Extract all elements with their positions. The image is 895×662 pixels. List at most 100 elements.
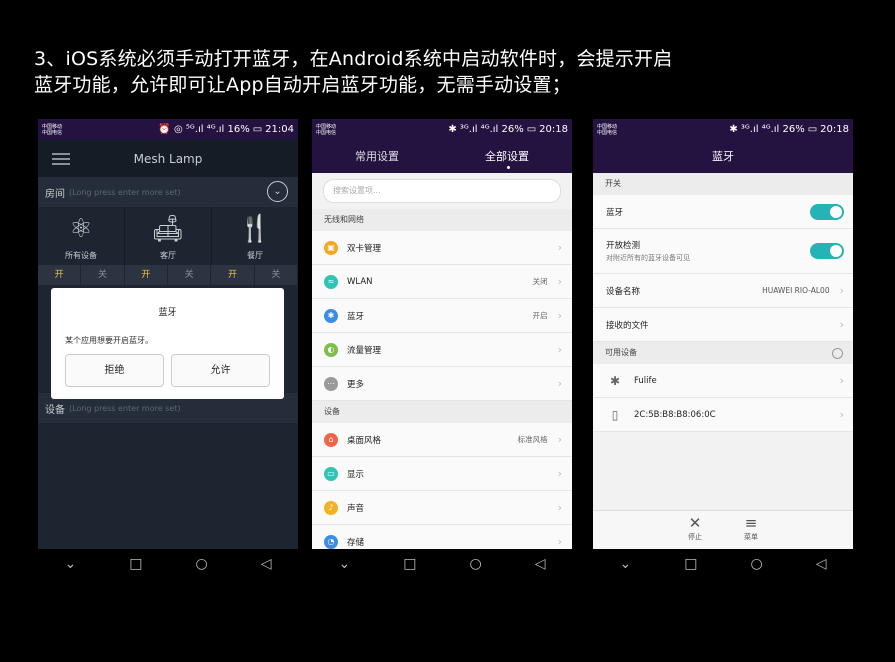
bluetooth-permission-dialog: 蓝牙 某个应用想要开启蓝牙。 拒绝 允许	[51, 288, 284, 399]
search-input[interactable]: 搜索设置项...	[323, 179, 561, 203]
chevron-right-icon: ›	[839, 284, 844, 297]
nav-bar: ⌄ □ ○ ◁	[593, 550, 853, 578]
discoverable-toggle[interactable]	[810, 243, 844, 259]
app-header: Mesh Lamp	[38, 140, 298, 177]
settings-row[interactable]: ⌂ 桌面风格 标准风格 ›	[312, 423, 572, 457]
off-button[interactable]: 关	[254, 265, 298, 285]
group-device: 设备	[312, 401, 572, 423]
group-available-devices: 可用设备	[593, 342, 853, 364]
recent-apps-icon[interactable]: □	[403, 556, 416, 572]
bottom-action-bar: ✕ 停止 ≡ 菜单	[593, 510, 853, 549]
setting-icon: ▣	[324, 240, 338, 255]
chevron-right-icon: ›	[557, 433, 562, 446]
sofa-icon: 🛋	[151, 214, 185, 244]
setting-icon: ◔	[324, 534, 338, 549]
room-all-devices[interactable]: ⚛ 所有设备	[38, 207, 125, 265]
app-title: Mesh Lamp	[133, 151, 203, 166]
battery-icon: ▭	[807, 124, 818, 135]
settings-row[interactable]: ◐ 流量管理 ›	[312, 333, 572, 367]
bluetooth-icon: ✱	[609, 373, 621, 388]
settings-row-label: 声音	[347, 503, 365, 514]
stop-button[interactable]: ✕ 停止	[688, 511, 702, 549]
chevron-right-icon: ›	[557, 501, 562, 514]
chevron-down-icon[interactable]: ⌄	[267, 181, 288, 202]
battery-icon: ▭	[526, 124, 537, 135]
phone-mesh-lamp: 中国移动 中国电信 ⏰ ◎ ⁵ᴳ.ıl ⁴ᴳ.ıl 16% ▭ 21:04 Mesh …	[38, 119, 298, 549]
settings-row-value: 开启	[532, 311, 548, 320]
settings-row-label: 存储	[347, 537, 365, 548]
recent-apps-icon[interactable]: □	[129, 556, 142, 572]
device-name-row[interactable]: 设备名称 HUAWEI RIO-AL00 ›	[593, 274, 853, 308]
nav-down-icon[interactable]: ⌄	[620, 556, 632, 572]
setting-icon: ✱	[324, 308, 338, 323]
chevron-right-icon: ›	[557, 275, 562, 288]
nav-bar: ⌄ □ ○ ◁	[38, 550, 298, 578]
settings-row-label: 更多	[347, 379, 365, 390]
chevron-right-icon: ›	[839, 408, 844, 421]
battery-icon: ▭	[252, 124, 263, 135]
phone-icon: ▯	[611, 407, 619, 422]
close-icon: ✕	[688, 514, 702, 532]
chevron-right-icon: ›	[839, 374, 844, 387]
settings-row-label: 显示	[347, 469, 365, 480]
chevron-right-icon: ›	[557, 343, 562, 356]
room-living[interactable]: 🛋 客厅	[125, 207, 212, 265]
discoverable-row: 开放检测 对附近所有的蓝牙设备可见	[593, 229, 853, 274]
on-button[interactable]: 开	[124, 265, 169, 285]
setting-icon: ⋯	[324, 376, 338, 391]
settings-row-label: 蓝牙	[347, 311, 365, 322]
menu-button[interactable]: ≡ 菜单	[744, 511, 758, 549]
caption-line-2: 蓝牙功能，允许即可让App自动开启蓝牙功能，无需手动设置；	[34, 74, 571, 96]
deny-button[interactable]: 拒绝	[65, 354, 164, 387]
on-button[interactable]: 开	[38, 265, 82, 285]
off-button[interactable]: 关	[168, 265, 212, 285]
settings-row[interactable]: ✱ 蓝牙 开启 ›	[312, 299, 572, 333]
setting-icon: ⌂	[324, 432, 338, 447]
settings-row[interactable]: ♪ 声音 ›	[312, 491, 572, 525]
available-device-item[interactable]: ✱ Fulife ›	[593, 364, 853, 398]
status-bar: 中国移动 中国电信 ⏰ ◎ ⁵ᴳ.ıl ⁴ᴳ.ıl 16% ▭ 21:04	[38, 119, 298, 140]
setting-icon: ▭	[324, 466, 338, 481]
setting-icon: ♪	[324, 500, 338, 515]
settings-row-label: 双卡管理	[347, 243, 382, 254]
off-button[interactable]: 关	[81, 265, 125, 285]
on-button[interactable]: 开	[211, 265, 255, 285]
caption: 3、iOS系统必须手动打开蓝牙，在Android系统中启动软件时，会提示开启 蓝…	[34, 46, 854, 98]
phone-settings: 中国移动 中国电信 ✱ ³ᴳ.ıl ⁴ᴳ.ıl 26% ▭ 20:18 常用设置 全部…	[312, 119, 572, 549]
settings-row[interactable]: ▭ 显示 ›	[312, 457, 572, 491]
bluetooth-toggle[interactable]	[810, 203, 844, 220]
settings-row[interactable]: ≈ WLAN 关闭 ›	[312, 265, 572, 299]
phone-bluetooth: 中国移动 中国电信 ✱ ³ᴳ.ıl ⁴ᴳ.ıl 26% ▭ 20:18 蓝牙 开关 蓝…	[593, 119, 853, 549]
settings-row[interactable]: ▣ 双卡管理 ›	[312, 231, 572, 265]
nav-bar: ⌄ □ ○ ◁	[312, 550, 572, 578]
settings-row[interactable]: ◔ 存储 ›	[312, 525, 572, 549]
room-section-header: 房间 (Long press enter more set) ⌄	[38, 177, 298, 207]
home-icon[interactable]: ○	[469, 556, 481, 572]
available-device-item[interactable]: ▯ 2C:5B:B8:B8:06:0C ›	[593, 398, 853, 432]
menu-icon[interactable]	[52, 150, 70, 166]
nav-down-icon[interactable]: ⌄	[339, 556, 351, 572]
back-icon[interactable]: ◁	[261, 556, 272, 572]
nav-down-icon[interactable]: ⌄	[65, 556, 77, 572]
settings-row-label: WLAN	[347, 276, 373, 287]
settings-row[interactable]: ⋯ 更多 ›	[312, 367, 572, 401]
back-icon[interactable]: ◁	[535, 556, 546, 572]
received-files-row[interactable]: 接收的文件 ›	[593, 308, 853, 342]
settings-row-value: 关闭	[532, 277, 548, 286]
status-bar: 中国移动 中国电信 ✱ ³ᴳ.ıl ⁴ᴳ.ıl 26% ▭ 20:18	[312, 119, 572, 140]
settings-row-label: 桌面风格	[347, 435, 382, 446]
chevron-right-icon: ›	[839, 318, 844, 331]
settings-row-label: 流量管理	[347, 345, 382, 356]
settings-row-value: 标准风格	[517, 435, 548, 444]
chevron-right-icon: ›	[557, 535, 562, 548]
home-icon[interactable]: ○	[750, 556, 762, 572]
recent-apps-icon[interactable]: □	[684, 556, 697, 572]
home-icon[interactable]: ○	[195, 556, 207, 572]
cutlery-icon: 🍴	[238, 214, 272, 244]
back-icon[interactable]: ◁	[816, 556, 827, 572]
tab-common-settings[interactable]: 常用设置	[312, 140, 442, 173]
chevron-right-icon: ›	[557, 241, 562, 254]
allow-button[interactable]: 允许	[171, 354, 270, 387]
tab-all-settings[interactable]: 全部设置	[442, 140, 572, 173]
room-dining[interactable]: 🍴 餐厅	[212, 207, 298, 265]
